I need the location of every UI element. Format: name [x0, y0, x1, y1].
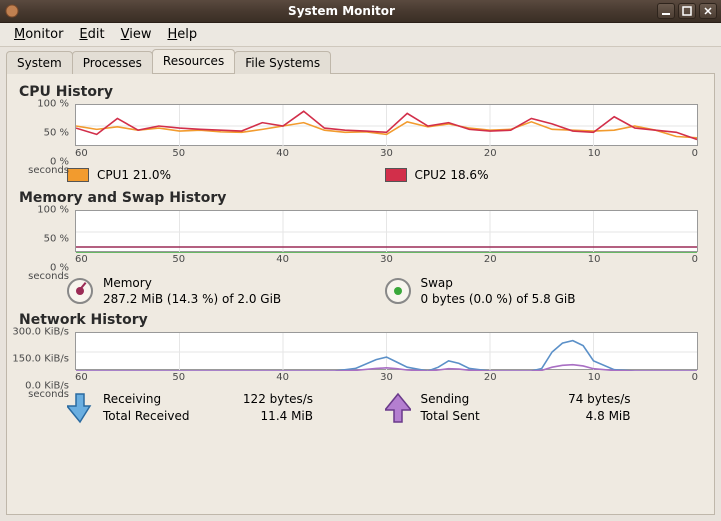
swap-head: Swap [421, 276, 576, 290]
mem-chart-wrap: 100 % 50 % 0 % seconds 60 50 40 30 20 10… [75, 210, 698, 268]
net-x-unit: seconds [19, 389, 73, 400]
cpu-x-axis: 60 50 40 30 20 10 0 [75, 148, 698, 162]
mem-chart [75, 210, 698, 252]
tab-filesystems[interactable]: File Systems [234, 51, 331, 74]
mem-y-axis: 100 % 50 % 0 % [19, 210, 73, 268]
send-total-head: Total Sent [421, 409, 531, 423]
content-panel: CPU History 100 % 50 % 0 % seconds 60 50… [6, 73, 715, 515]
send-head: Sending [421, 392, 531, 406]
recv-total: 11.4 MiB [233, 409, 313, 423]
memory-detail: 287.2 MiB (14.3 %) of 2.0 GiB [103, 292, 281, 306]
net-legend: Receiving 122 bytes/s Total Received 11.… [67, 392, 702, 424]
cpu-legend: CPU1 21.0% CPU2 18.6% [67, 168, 702, 182]
recv-head: Receiving [103, 392, 213, 406]
cpu-title: CPU History [19, 84, 702, 100]
swap-detail: 0 bytes (0.0 %) of 5.8 GiB [421, 292, 576, 306]
menubar: Monitor Edit View Help [0, 23, 721, 47]
mem-title: Memory and Swap History [19, 190, 702, 206]
net-chart [75, 332, 698, 370]
maximize-button[interactable] [678, 3, 696, 19]
app-icon [4, 3, 20, 19]
cpu-y-axis: 100 % 50 % 0 % [19, 104, 73, 162]
memory-head: Memory [103, 276, 281, 290]
menu-monitor[interactable]: Monitor [8, 25, 69, 44]
memory-item[interactable]: Memory 287.2 MiB (14.3 %) of 2.0 GiB [67, 276, 385, 306]
net-y-axis: 300.0 KiB/s 150.0 KiB/s 0.0 KiB/s [19, 332, 73, 386]
net-x-axis: 60 50 40 30 20 10 0 [75, 372, 698, 386]
cpu1-label: CPU1 21.0% [97, 168, 171, 182]
cpu2-legend[interactable]: CPU2 18.6% [385, 168, 703, 182]
menu-edit[interactable]: Edit [73, 25, 110, 44]
cpu2-swatch [385, 168, 407, 182]
send-total: 4.8 MiB [551, 409, 631, 423]
window-title: System Monitor [26, 4, 657, 18]
close-button[interactable] [699, 3, 717, 19]
menu-view[interactable]: View [115, 25, 158, 44]
tab-bar: System Processes Resources File Systems [0, 47, 721, 73]
tab-resources[interactable]: Resources [152, 49, 235, 73]
upload-arrow-icon [385, 392, 411, 424]
titlebar: System Monitor [0, 0, 721, 23]
cpu2-label: CPU2 18.6% [415, 168, 489, 182]
menu-help[interactable]: Help [161, 25, 203, 44]
swap-item[interactable]: Swap 0 bytes (0.0 %) of 5.8 GiB [385, 276, 703, 306]
cpu1-legend[interactable]: CPU1 21.0% [67, 168, 385, 182]
tab-system[interactable]: System [6, 51, 73, 74]
minimize-button[interactable] [657, 3, 675, 19]
net-title: Network History [19, 312, 702, 328]
tab-processes[interactable]: Processes [72, 51, 153, 74]
mem-legend: Memory 287.2 MiB (14.3 %) of 2.0 GiB Swa… [67, 276, 702, 306]
cpu-chart [75, 104, 698, 146]
recv-rate: 122 bytes/s [233, 392, 313, 406]
cpu-x-unit: seconds [19, 165, 73, 176]
net-send: Sending 74 bytes/s Total Sent 4.8 MiB [385, 392, 703, 424]
net-recv: Receiving 122 bytes/s Total Received 11.… [67, 392, 385, 424]
mem-x-axis: 60 50 40 30 20 10 0 [75, 254, 698, 268]
mem-x-unit: seconds [19, 271, 73, 282]
cpu-chart-wrap: 100 % 50 % 0 % seconds 60 50 40 30 20 10… [75, 104, 698, 162]
window-controls [657, 3, 717, 19]
swap-gauge-icon [385, 278, 411, 304]
memory-gauge-icon [67, 278, 93, 304]
recv-total-head: Total Received [103, 409, 213, 423]
send-rate: 74 bytes/s [551, 392, 631, 406]
net-chart-wrap: 300.0 KiB/s 150.0 KiB/s 0.0 KiB/s second… [75, 332, 698, 386]
